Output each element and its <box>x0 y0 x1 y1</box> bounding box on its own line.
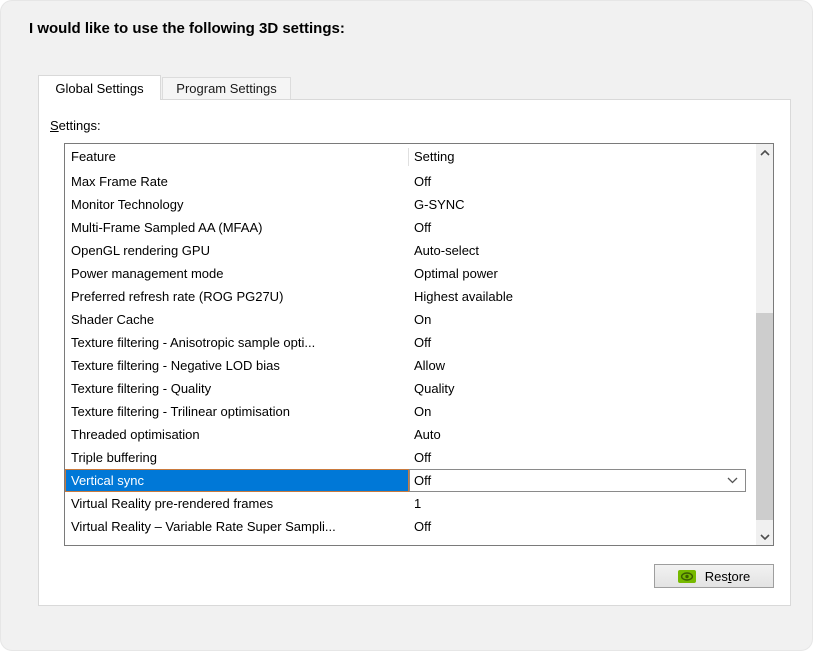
table-row[interactable]: Texture filtering - Quality Quality <box>65 377 756 400</box>
tab-global-settings-label: Global Settings <box>55 81 143 96</box>
global-settings-panel: Settings: Feature Setting Max Frame Rate… <box>38 99 791 606</box>
table-row[interactable]: Threaded optimisation Auto <box>65 423 756 446</box>
scroll-down-button[interactable] <box>756 528 773 545</box>
table-row[interactable]: Monitor Technology G-SYNC <box>65 193 756 216</box>
setting-cell[interactable]: Quality <box>409 377 756 400</box>
page-title: I would like to use the following 3D set… <box>29 20 345 37</box>
feature-cell[interactable]: Virtual Reality pre-rendered frames <box>65 492 409 515</box>
table-row[interactable]: Texture filtering - Negative LOD bias Al… <box>65 354 756 377</box>
dropdown-value: Off <box>414 469 431 492</box>
vertical-scrollbar[interactable] <box>756 144 773 545</box>
table-row[interactable]: Virtual Reality pre-rendered frames 1 <box>65 492 756 515</box>
feature-cell[interactable]: Texture filtering - Quality <box>65 377 409 400</box>
feature-cell[interactable]: Monitor Technology <box>65 193 409 216</box>
chevron-up-icon <box>760 150 770 156</box>
settings-label-mnemonic: S <box>50 118 59 133</box>
feature-cell[interactable]: Triple buffering <box>65 446 409 469</box>
feature-cell[interactable]: Shader Cache <box>65 308 409 331</box>
feature-cell[interactable]: Preferred refresh rate (ROG PG27U) <box>65 285 409 308</box>
vertical-sync-dropdown[interactable]: Off <box>409 469 746 492</box>
table-row[interactable]: Multi-Frame Sampled AA (MFAA) Off <box>65 216 756 239</box>
setting-cell[interactable]: Off <box>409 216 756 239</box>
table-row[interactable]: Triple buffering Off <box>65 446 756 469</box>
feature-cell[interactable]: Multi-Frame Sampled AA (MFAA) <box>65 216 409 239</box>
settings-label: Settings: <box>50 118 101 133</box>
settings-list: Feature Setting Max Frame Rate Off Monit… <box>64 143 774 546</box>
table-row[interactable]: Max Frame Rate Off <box>65 170 756 193</box>
setting-cell[interactable]: Auto-select <box>409 239 756 262</box>
scrollbar-thumb[interactable] <box>756 313 773 520</box>
setting-cell[interactable]: On <box>409 400 756 423</box>
tab-global-settings[interactable]: Global Settings <box>38 75 161 100</box>
setting-cell[interactable]: Allow <box>409 354 756 377</box>
setting-cell[interactable]: Optimal power <box>409 262 756 285</box>
settings-label-post: ettings: <box>59 118 101 133</box>
restore-label-post: ore <box>731 569 750 584</box>
feature-cell[interactable]: Texture filtering - Trilinear optimisati… <box>65 400 409 423</box>
setting-cell[interactable]: Off <box>409 446 756 469</box>
settings-list-content: Feature Setting Max Frame Rate Off Monit… <box>65 144 756 545</box>
setting-cell[interactable]: 1 <box>409 492 756 515</box>
tab-program-settings[interactable]: Program Settings <box>162 77 291 99</box>
feature-cell[interactable]: Power management mode <box>65 262 409 285</box>
table-row[interactable]: Virtual Reality – Variable Rate Super Sa… <box>65 515 756 538</box>
setting-cell[interactable]: Off <box>409 515 756 538</box>
list-header: Feature Setting <box>65 144 756 170</box>
scroll-up-button[interactable] <box>756 144 773 161</box>
restore-button[interactable]: Restore <box>654 564 774 588</box>
settings-card: I would like to use the following 3D set… <box>0 0 813 651</box>
setting-cell[interactable]: Off <box>409 170 756 193</box>
column-header-feature: Feature <box>65 148 409 166</box>
table-row[interactable]: Power management mode Optimal power <box>65 262 756 285</box>
feature-cell[interactable]: Texture filtering - Negative LOD bias <box>65 354 409 377</box>
setting-cell[interactable]: G-SYNC <box>409 193 756 216</box>
setting-cell[interactable]: Highest available <box>409 285 756 308</box>
chevron-down-icon <box>760 534 770 540</box>
table-row[interactable]: OpenGL rendering GPU Auto-select <box>65 239 756 262</box>
setting-cell[interactable]: On <box>409 308 756 331</box>
feature-cell[interactable]: Threaded optimisation <box>65 423 409 446</box>
feature-cell[interactable]: OpenGL rendering GPU <box>65 239 409 262</box>
feature-cell[interactable]: Max Frame Rate <box>65 170 409 193</box>
table-row-vertical-sync-selected[interactable]: Vertical sync Off <box>65 469 756 492</box>
nvidia-logo-icon <box>678 570 696 583</box>
table-row[interactable]: Preferred refresh rate (ROG PG27U) Highe… <box>65 285 756 308</box>
setting-cell[interactable]: Off <box>409 331 756 354</box>
table-row[interactable]: Texture filtering - Anisotropic sample o… <box>65 331 756 354</box>
feature-cell[interactable]: Texture filtering - Anisotropic sample o… <box>65 331 409 354</box>
restore-button-label: Restore <box>705 569 751 584</box>
restore-label-pre: Res <box>705 569 728 584</box>
feature-cell-selected[interactable]: Vertical sync <box>65 469 409 492</box>
table-row[interactable]: Texture filtering - Trilinear optimisati… <box>65 400 756 423</box>
chevron-down-icon <box>727 477 738 484</box>
tab-program-settings-label: Program Settings <box>176 81 276 96</box>
table-row[interactable]: Shader Cache On <box>65 308 756 331</box>
column-header-setting: Setting <box>409 148 756 166</box>
setting-cell[interactable]: Auto <box>409 423 756 446</box>
feature-cell[interactable]: Virtual Reality – Variable Rate Super Sa… <box>65 515 409 538</box>
